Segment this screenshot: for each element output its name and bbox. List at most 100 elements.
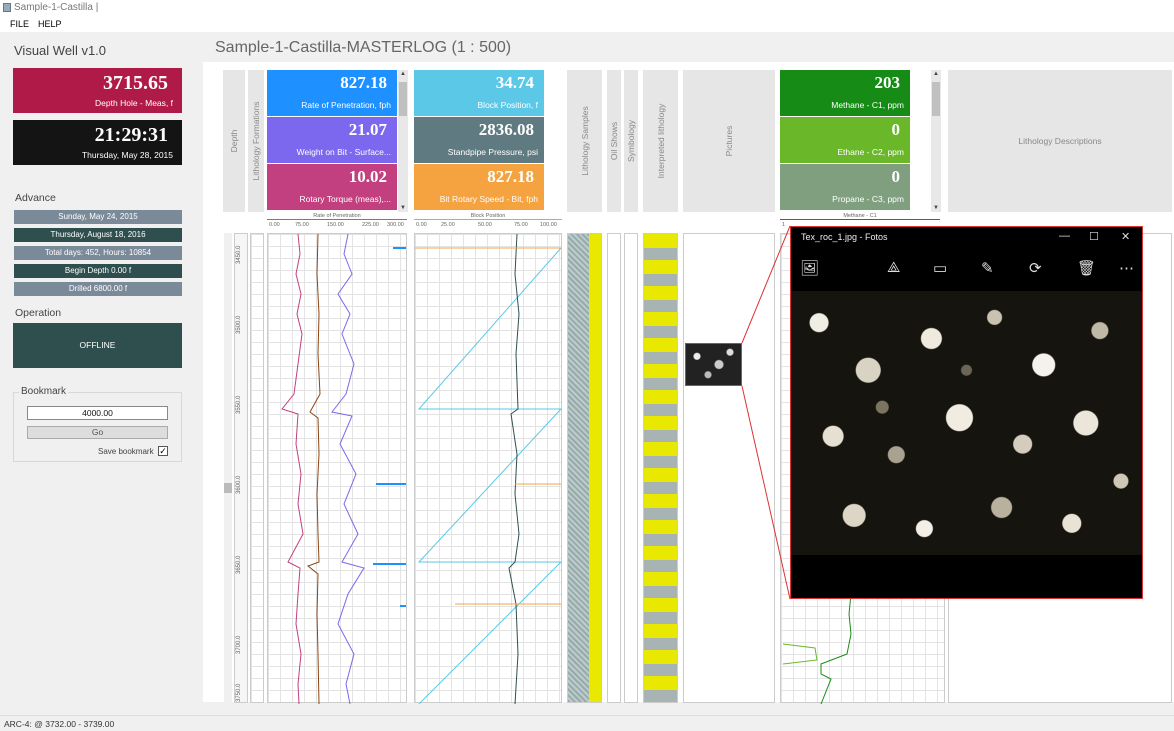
card-torque[interactable]: 10.02 Rotary Torque (meas),... [267, 164, 397, 210]
depth-panel: 3715.65 Depth Hole - Meas, f [13, 68, 182, 113]
go-button[interactable]: Go [27, 426, 168, 439]
symbology-header: Symbology [624, 70, 638, 212]
interpreted-lithology-header: Interpreted lithology [643, 70, 678, 212]
lith-formations-label: Lithology Formations [251, 101, 261, 181]
depth-column-header: Depth [223, 70, 245, 212]
menu-file[interactable]: FILE [10, 19, 29, 29]
card-block-position[interactable]: 34.74 Block Position, f [414, 70, 544, 116]
delete-icon[interactable]: 🗑 [1077, 259, 1096, 277]
card-methane-value: 203 [874, 73, 901, 92]
oil-shows-header: Oil Shows [607, 70, 621, 212]
depth-track: 3450.0 3500.0 3550.0 3600.0 3650.0 3700.… [234, 233, 248, 703]
card-ethane-value: 0 [891, 120, 901, 139]
clock-panel: 21:29:31 Thursday, May 28, 2015 [13, 120, 182, 165]
card-wob-label: Weight on Bit - Surface... [296, 147, 391, 157]
methane-curve [820, 593, 852, 704]
card-ethane-label: Ethane - C2, ppm [837, 147, 904, 157]
advance-end-date: Thursday, August 18, 2016 [14, 228, 182, 242]
window-title-bar: Sample-1-Castilla | [0, 0, 1174, 16]
symbology-track [624, 233, 638, 703]
app-title: Visual Well v1.0 [14, 43, 107, 58]
block-tick: 100.00 [540, 222, 557, 228]
block-scale: Block Position 0.00 25.00 50.00 75.00 10… [414, 213, 562, 235]
photo-viewer-window[interactable]: Tex_roc_1.jpg - Fotos — ☐ ✕ 🖼 ⟁ ▭ ✎ ⟳ 🗑 … [790, 226, 1143, 599]
scroll-down-icon[interactable]: ▼ [931, 205, 941, 211]
minimize-icon[interactable]: — [1059, 230, 1070, 242]
save-bookmark-checkbox[interactable]: ✓ [158, 446, 168, 456]
block-tick: 50.00 [478, 222, 492, 228]
window-title: Sample-1-Castilla | [14, 2, 99, 13]
lith-samples-header: Lithology Samples [567, 70, 602, 212]
card-rop-value: 827.18 [340, 73, 387, 92]
scroll-thumb[interactable] [932, 82, 940, 116]
close-icon[interactable]: ✕ [1121, 230, 1130, 243]
menu-help[interactable]: HELP [38, 19, 62, 29]
status-bar: ARC-4: @ 3732.00 - 3739.00 [0, 715, 1174, 731]
ethane-curve [782, 643, 818, 665]
scroll-up-icon[interactable]: ▲ [398, 71, 408, 77]
lith-samples-sand [589, 234, 601, 702]
block-track [414, 233, 563, 704]
slideshow-icon[interactable]: ▭ [933, 259, 947, 277]
advance-begin-depth: Begin Depth 0.00 f [14, 264, 182, 278]
card-standpipe[interactable]: 2836.08 Standpipe Pressure, psi [414, 117, 544, 163]
block-tick: 25.00 [441, 222, 455, 228]
oil-shows-track [607, 233, 621, 703]
depth-tick: 3550.0 [236, 395, 242, 414]
edit-icon[interactable]: ✎ [981, 259, 994, 277]
lith-samples-label: Lithology Samples [579, 106, 590, 176]
menu-bar: FILE HELP [0, 16, 1174, 32]
block-position-curve [417, 247, 563, 704]
bookmark-group: Bookmark 4000.00 Go Save bookmark ✓ [13, 386, 182, 462]
image-icon[interactable]: 🖼 [800, 259, 819, 277]
depth-scroll-track[interactable] [224, 233, 232, 703]
scroll-thumb[interactable] [399, 82, 407, 116]
card-wob-value: 21.07 [348, 120, 387, 139]
card-rop[interactable]: 827.18 Rate of Penetration, fph [267, 70, 397, 116]
card-torque-value: 10.02 [348, 167, 387, 186]
lith-formations-track [250, 233, 264, 703]
card-wob[interactable]: 21.07 Weight on Bit - Surface... [267, 117, 397, 163]
card-ethane[interactable]: 0 Ethane - C2, ppm [780, 117, 910, 163]
depth-tick: 3600.0 [236, 475, 242, 494]
bookmark-input[interactable]: 4000.00 [27, 406, 168, 420]
rock-thumbnail[interactable] [685, 343, 742, 386]
card-propane[interactable]: 0 Propane - C3, ppm [780, 164, 910, 210]
cards3-scrollbar[interactable]: ▲ ▼ [931, 70, 941, 212]
scroll-up-icon[interactable]: ▲ [931, 71, 941, 77]
card-torque-label: Rotary Torque (meas),... [299, 194, 392, 204]
rop-scale-title: Rate of Penetration [267, 213, 407, 220]
rop-tick: 300.00 [387, 222, 404, 228]
clock-date: Thursday, May 28, 2015 [81, 150, 173, 160]
maximize-icon[interactable]: ☐ [1089, 230, 1099, 243]
rock-photo [791, 291, 1142, 555]
advance-start-date: Sunday, May 24, 2015 [14, 210, 182, 224]
advance-title: Advance [15, 192, 56, 204]
card-propane-label: Propane - C3, ppm [832, 194, 904, 204]
advance-drilled: Drilled 6800.00 f [14, 282, 182, 296]
pictures-header: Pictures [683, 70, 775, 212]
bookmark-title: Bookmark [19, 386, 69, 397]
oil-shows-label: Oil Shows [609, 121, 619, 161]
block-tick: 75.00 [514, 222, 528, 228]
card-methane-label: Methane - C1, ppm [831, 100, 904, 110]
scroll-down-icon[interactable]: ▼ [398, 205, 408, 211]
block-scale-title: Block Position [414, 213, 562, 220]
wob-curve [331, 234, 365, 704]
methane-tick: 1 [782, 222, 786, 228]
rop-tick: 0.00 [269, 222, 280, 228]
rop-curve [281, 234, 304, 704]
rop-tick: 225.00 [362, 222, 379, 228]
depth-tick: 3750.0 [236, 683, 242, 702]
cards1-scrollbar[interactable]: ▲ ▼ [398, 70, 408, 212]
interpreted-lithology-track [643, 233, 678, 703]
depth-scroll-thumb[interactable] [224, 483, 232, 493]
card-bit-speed[interactable]: 827.18 Bit Rotary Speed - Bit, fph [414, 164, 544, 210]
operation-title: Operation [15, 307, 62, 319]
depth-tick: 3450.0 [236, 245, 242, 264]
card-methane[interactable]: 203 Methane - C1, ppm [780, 70, 910, 116]
more-icon[interactable]: ⋯ [1119, 259, 1134, 277]
share-icon[interactable]: ⟁ [887, 259, 900, 276]
rotate-icon[interactable]: ⟳ [1029, 259, 1042, 277]
depth-tick: 3700.0 [236, 635, 242, 654]
